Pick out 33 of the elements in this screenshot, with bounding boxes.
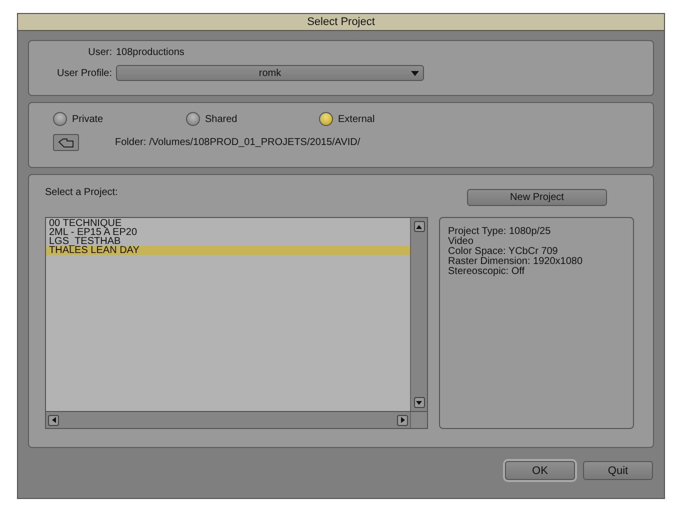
horizontal-scrollbar[interactable] [46, 412, 410, 428]
select-project-label: Select a Project: [45, 187, 118, 198]
user-profile-label: User Profile: [56, 68, 113, 78]
project-info-line: Stereoscopic: Off [448, 267, 526, 277]
dialog-button[interactable]: OK [505, 461, 575, 480]
project-info-line: Video [448, 237, 474, 247]
scroll-up-icon[interactable] [414, 221, 424, 232]
folder-button[interactable] [53, 134, 79, 151]
project-info-line: Color Space: YCbCr 709 [448, 247, 559, 257]
project-item[interactable]: THALES LEAN DAY [46, 246, 410, 255]
project-item[interactable]: 00 TECHNIQUE [46, 219, 410, 228]
folder-path: /Volumes/108PROD_01_PROJETS/2015/AVID/ [149, 137, 360, 148]
user-label: User: [87, 46, 113, 58]
project-info-line: Raster Dimension: 1920x1080 [448, 257, 584, 267]
project-item[interactable]: 2ML - EP15 A EP20 [46, 228, 410, 237]
user-name: 108productions [116, 46, 184, 58]
scroll-down-icon[interactable] [414, 397, 424, 408]
window-title: Select Project [18, 14, 664, 31]
project-item[interactable]: LGS_TESTHAB [46, 237, 410, 246]
location-radio[interactable]: Private [53, 112, 186, 126]
project-info-line: Project Type: 1080p/25 [448, 227, 552, 237]
vertical-scrollbar[interactable] [410, 218, 427, 411]
scroll-right-icon[interactable] [397, 414, 408, 426]
folder-label: Folder: [115, 137, 146, 148]
scrollbar-corner [410, 412, 427, 428]
new-project-button[interactable]: New Project [467, 189, 607, 206]
location-radio[interactable]: Shared [186, 112, 319, 126]
user-profile-dropdown[interactable]: romk [116, 65, 424, 81]
dialog-button[interactable]: Quit [583, 461, 653, 480]
folder-icon [58, 138, 74, 148]
scroll-left-icon[interactable] [48, 414, 59, 426]
location-radio[interactable]: External [319, 112, 452, 126]
caret-icon [411, 71, 419, 76]
